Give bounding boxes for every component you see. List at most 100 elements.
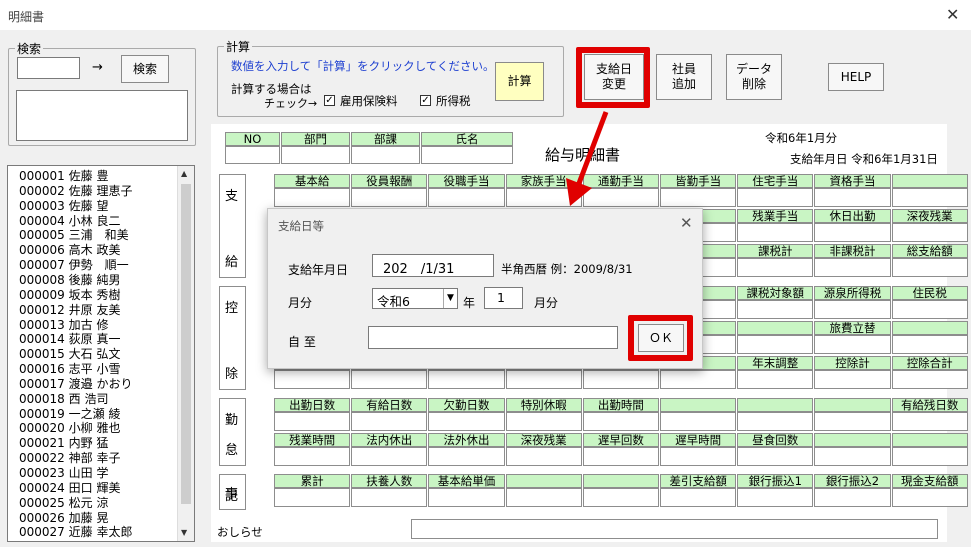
field-value[interactable] (814, 447, 891, 466)
attend-section-char: 勤 (225, 413, 239, 428)
field-header: 課税対象額 (737, 286, 814, 300)
field-value[interactable] (737, 370, 814, 389)
search-input[interactable] (17, 57, 80, 79)
id-value[interactable] (225, 146, 280, 164)
income-tax-label: 所得税 (436, 94, 471, 108)
field-value[interactable] (814, 488, 891, 507)
pay-date-input[interactable]: 202 /1/31 (372, 254, 494, 277)
field-value[interactable] (737, 300, 814, 319)
field-value[interactable] (737, 412, 814, 431)
field-value[interactable] (351, 370, 428, 389)
field-value[interactable] (428, 370, 505, 389)
employee-list-scrollbar[interactable]: ▲ ▼ (177, 166, 194, 541)
field-value[interactable] (814, 300, 891, 319)
id-value[interactable] (421, 146, 513, 164)
field-value[interactable] (891, 488, 968, 507)
field-value[interactable] (582, 447, 659, 466)
calc-button[interactable]: 計算 (495, 62, 544, 101)
id-value[interactable] (351, 146, 420, 164)
field-header (737, 398, 814, 412)
field-value[interactable] (891, 370, 968, 389)
field-value[interactable] (428, 188, 505, 207)
field-value[interactable] (891, 335, 968, 354)
field-value[interactable] (660, 488, 737, 507)
month-input[interactable]: 1 (484, 287, 523, 309)
employee-list[interactable]: 000001 佐藤 豊 000002 佐藤 理恵子 000003 佐藤 望 00000… (7, 165, 195, 542)
field-value[interactable] (891, 258, 968, 277)
field-value[interactable] (737, 223, 814, 242)
field-value[interactable] (737, 335, 814, 354)
delete-data-line1: データ (735, 62, 772, 76)
id-value[interactable] (281, 146, 350, 164)
employment-insurance-checkbox[interactable]: ✓ (324, 95, 335, 106)
delete-data-button[interactable]: データ 削除 (726, 54, 782, 100)
field-header: 旅費立替 (814, 321, 891, 335)
field-value[interactable] (660, 412, 737, 431)
field-value[interactable] (814, 188, 891, 207)
field-value[interactable] (428, 488, 505, 507)
field-header: 役員報酬 (351, 174, 428, 188)
calc-label-2: チェック→ (264, 97, 318, 110)
field-value[interactable] (814, 258, 891, 277)
field-value[interactable] (351, 447, 428, 466)
field-value[interactable] (891, 300, 968, 319)
income-tax-checkbox[interactable]: ✓ (420, 95, 431, 106)
help-button[interactable]: HELP (828, 63, 884, 91)
field-header: 遅早回数 (582, 433, 659, 447)
field-value[interactable] (582, 412, 659, 431)
payslip-month: 令和6年1月分 (765, 131, 838, 145)
field-value[interactable] (428, 447, 505, 466)
delete-data-line2: 削除 (741, 77, 766, 91)
field-value[interactable] (274, 188, 351, 207)
employee-list-item[interactable]: 000027 近藤 幸太郎 (19, 523, 132, 540)
field-value[interactable] (660, 370, 737, 389)
search-button[interactable]: 検索 (121, 55, 169, 83)
field-value[interactable] (274, 412, 351, 431)
scroll-thumb[interactable] (181, 184, 191, 504)
field-value[interactable] (891, 188, 968, 207)
field-value[interactable] (660, 447, 737, 466)
field-value[interactable] (814, 370, 891, 389)
field-value[interactable] (814, 335, 891, 354)
highlight-ok-button (628, 315, 693, 361)
field-value[interactable] (505, 447, 582, 466)
field-header: 有給日数 (351, 398, 428, 412)
add-employee-button[interactable]: 社員 追加 (656, 54, 712, 100)
close-icon[interactable]: ✕ (946, 5, 959, 24)
field-header: 法外休出 (428, 433, 505, 447)
dialog-close-icon[interactable]: ✕ (680, 214, 693, 232)
era-select[interactable]: 令和6 ▼ (372, 288, 458, 309)
field-value[interactable] (505, 370, 582, 389)
field-value[interactable] (814, 223, 891, 242)
field-value[interactable] (582, 488, 659, 507)
field-value[interactable] (351, 188, 428, 207)
field-value[interactable] (505, 412, 582, 431)
field-value[interactable] (737, 188, 814, 207)
field-value[interactable] (274, 447, 351, 466)
field-value[interactable] (351, 488, 428, 507)
scroll-down-icon[interactable]: ▼ (181, 528, 187, 537)
field-value[interactable] (737, 447, 814, 466)
field-header: 扶養人数 (351, 474, 428, 488)
field-value[interactable] (891, 447, 968, 466)
field-header: 特別休暇 (505, 398, 582, 412)
field-value[interactable] (505, 488, 582, 507)
field-value[interactable] (428, 412, 505, 431)
field-value[interactable] (660, 188, 737, 207)
field-value[interactable] (582, 370, 659, 389)
field-value[interactable] (891, 412, 968, 431)
range-input[interactable] (368, 326, 618, 349)
field-value[interactable] (814, 412, 891, 431)
field-value[interactable] (891, 223, 968, 242)
chevron-down-icon[interactable]: ▼ (443, 289, 457, 308)
search-result-box[interactable] (16, 90, 188, 141)
field-value[interactable] (274, 370, 351, 389)
notice-field[interactable] (411, 519, 938, 539)
field-value[interactable] (351, 412, 428, 431)
field-value[interactable] (737, 488, 814, 507)
scroll-up-icon[interactable]: ▲ (181, 169, 187, 178)
field-header: 休日出勤 (814, 209, 891, 223)
field-value[interactable] (737, 258, 814, 277)
add-employee-line1: 社員 (671, 62, 696, 76)
field-value[interactable] (274, 488, 351, 507)
